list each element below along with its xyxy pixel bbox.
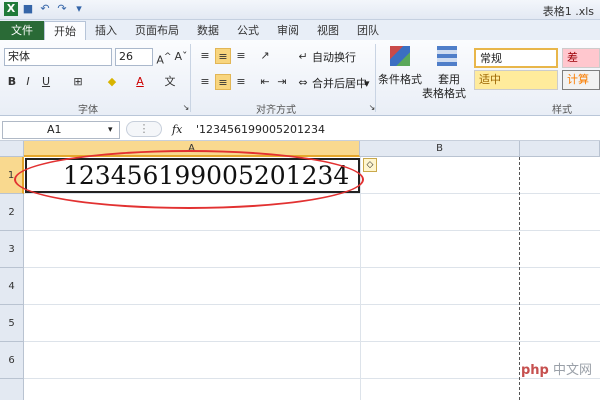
- alignment-dialog-launcher-icon[interactable]: ↘: [364, 100, 380, 116]
- select-all-button[interactable]: [0, 141, 24, 157]
- row-header-6[interactable]: 6: [0, 342, 24, 379]
- separator: [375, 44, 376, 112]
- tab-page-layout[interactable]: 页面布局: [126, 21, 188, 40]
- insert-function-icon[interactable]: fx: [172, 123, 182, 137]
- font-color-icon[interactable]: A: [132, 74, 148, 90]
- orientation-icon[interactable]: ↗: [257, 48, 273, 64]
- row-header-7[interactable]: [0, 379, 24, 400]
- row-header-4[interactable]: 4: [0, 268, 24, 305]
- merge-center-icon[interactable]: ⇔: [295, 75, 311, 91]
- style-bad[interactable]: 差: [562, 48, 600, 68]
- group-label-font: 字体: [78, 105, 98, 116]
- font-name-select[interactable]: 宋体: [4, 48, 112, 66]
- format-as-table-label-1[interactable]: 套用: [438, 73, 460, 87]
- tab-formulas[interactable]: 公式: [228, 21, 268, 40]
- customize-qat-icon[interactable]: ▾: [72, 2, 86, 16]
- align-bottom-icon[interactable]: ≡: [233, 48, 249, 64]
- error-smart-tag-icon[interactable]: ◇: [363, 158, 377, 172]
- gridline: [24, 267, 600, 268]
- watermark-site: 中文网: [552, 363, 592, 378]
- formula-controls: ⋮: [126, 121, 162, 137]
- merge-center-button[interactable]: 合并后居中: [312, 77, 367, 91]
- formula-bar: A1 ▾ ⋮ fx '123456199005201234: [0, 119, 600, 141]
- gridline: [24, 230, 600, 231]
- grow-font-icon[interactable]: A^: [156, 49, 172, 67]
- separator: [190, 44, 191, 112]
- increase-indent-icon[interactable]: ⇥: [274, 74, 290, 90]
- ribbon-home: 宋体 26 A^ Aˇ B I U ⊞ ◆ A 文 字体 ↘ ≡ ≡ ≡ ↗ ≡…: [0, 40, 600, 116]
- style-calculation[interactable]: 计算: [562, 70, 600, 90]
- bold-icon[interactable]: B: [4, 74, 20, 90]
- name-box-dropdown-icon[interactable]: ▾: [108, 123, 113, 137]
- tab-insert[interactable]: 插入: [86, 21, 126, 40]
- quick-access-toolbar: X ■ ↶ ↷ ▾: [4, 2, 86, 16]
- watermark-brand: php: [520, 363, 549, 378]
- gridline: [24, 378, 600, 379]
- font-size-select[interactable]: 26: [115, 48, 153, 66]
- group-label-alignment: 对齐方式: [256, 105, 296, 116]
- title-bar: X ■ ↶ ↷ ▾ 表格1 .xls: [0, 0, 600, 20]
- gridline: [24, 341, 600, 342]
- conditional-format-button[interactable]: 条件格式: [378, 73, 422, 87]
- tab-view[interactable]: 视图: [308, 21, 348, 40]
- conditional-format-icon[interactable]: [390, 46, 410, 66]
- tab-data[interactable]: 数据: [188, 21, 228, 40]
- style-neutral[interactable]: 适中: [474, 70, 558, 90]
- ribbon-tabs: 文件 开始 插入 页面布局 数据 公式 审阅 视图 团队: [0, 20, 600, 40]
- align-top-icon[interactable]: ≡: [197, 48, 213, 64]
- gridline: [24, 304, 600, 305]
- row-header-2[interactable]: 2: [0, 194, 24, 231]
- redo-icon[interactable]: ↷: [55, 2, 69, 16]
- name-box[interactable]: A1: [2, 121, 120, 139]
- underline-icon[interactable]: U: [38, 74, 54, 90]
- tab-home[interactable]: 开始: [44, 21, 86, 40]
- phonetic-icon[interactable]: 文: [162, 74, 178, 90]
- tab-file[interactable]: 文件: [0, 21, 44, 40]
- undo-icon[interactable]: ↶: [38, 2, 52, 16]
- border-icon[interactable]: ⊞: [70, 74, 86, 90]
- column-header-b[interactable]: B: [360, 141, 520, 157]
- align-left-icon[interactable]: ≡: [197, 74, 213, 90]
- page-break-line: [519, 157, 520, 400]
- watermark: php 中文网: [521, 359, 592, 378]
- group-label-styles: 样式: [552, 105, 572, 116]
- wrap-text-button[interactable]: 自动换行: [312, 51, 356, 65]
- formula-input[interactable]: '123456199005201234: [196, 123, 325, 137]
- excel-logo-icon: X: [4, 2, 18, 16]
- row-header-5[interactable]: 5: [0, 305, 24, 342]
- row-header-3[interactable]: 3: [0, 231, 24, 268]
- shrink-font-icon[interactable]: Aˇ: [173, 49, 189, 65]
- format-as-table-label-2[interactable]: 表格格式: [422, 87, 466, 101]
- column-header-c[interactable]: [520, 141, 600, 157]
- document-title: 表格1 .xls: [542, 5, 594, 18]
- tab-review[interactable]: 审阅: [268, 21, 308, 40]
- fill-color-icon[interactable]: ◆: [104, 74, 120, 90]
- merge-dropdown-icon[interactable]: ▾: [364, 77, 370, 91]
- format-as-table-icon[interactable]: [437, 46, 457, 66]
- gridline: [360, 157, 361, 400]
- worksheet-grid[interactable]: A B 1 2 3 4 5 6 123456199005201234 ◇ php…: [0, 141, 600, 400]
- align-right-icon[interactable]: ≡: [233, 74, 249, 90]
- tab-team[interactable]: 团队: [348, 21, 388, 40]
- highlight-ellipse: [14, 150, 364, 209]
- font-dialog-launcher-icon[interactable]: ↘: [178, 100, 194, 116]
- save-icon[interactable]: ■: [21, 2, 35, 16]
- align-center-icon[interactable]: ≡: [215, 74, 231, 90]
- style-normal[interactable]: 常规: [474, 48, 558, 68]
- decrease-indent-icon[interactable]: ⇤: [257, 74, 273, 90]
- align-middle-icon[interactable]: ≡: [215, 48, 231, 64]
- wrap-text-icon[interactable]: ↵: [295, 49, 311, 65]
- italic-icon[interactable]: I: [20, 74, 36, 90]
